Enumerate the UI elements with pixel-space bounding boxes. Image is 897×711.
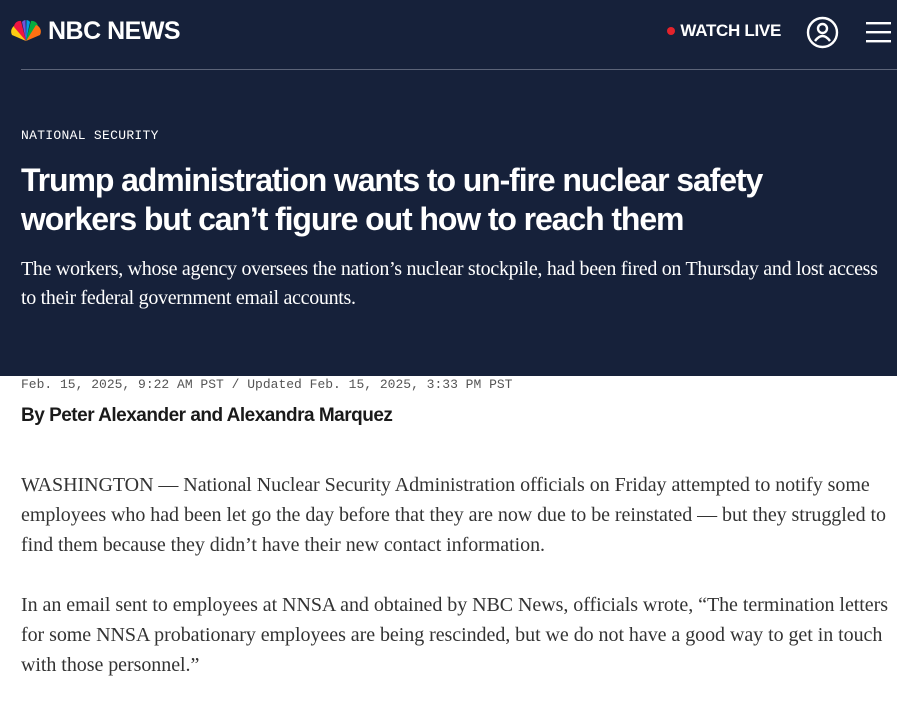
article-body: WASHINGTON — National Nuclear Security A… bbox=[21, 470, 889, 710]
user-circle-icon[interactable] bbox=[806, 16, 839, 49]
article-header: NBC NEWS WATCH LIVE NATIONAL SECURITY Tr… bbox=[0, 0, 897, 376]
article-byline: By Peter Alexander and Alexandra Marquez bbox=[21, 405, 393, 426]
article-paragraph: In an email sent to employees at NNSA an… bbox=[21, 594, 888, 676]
nbc-news-logo[interactable]: NBC NEWS bbox=[8, 17, 181, 45]
watch-live-button[interactable]: WATCH LIVE bbox=[667, 21, 781, 41]
article-paragraph: WASHINGTON — National Nuclear Security A… bbox=[21, 474, 886, 556]
article-timestamp: Feb. 15, 2025, 9:22 AM PST / Updated Feb… bbox=[21, 377, 513, 392]
brand-name: NBC NEWS bbox=[48, 17, 181, 45]
watch-live-label: WATCH LIVE bbox=[680, 21, 781, 40]
hamburger-menu-icon[interactable] bbox=[866, 21, 891, 43]
section-label[interactable]: NATIONAL SECURITY bbox=[21, 128, 159, 143]
live-dot-icon bbox=[667, 27, 676, 35]
article-dek: The workers, whose agency oversees the n… bbox=[21, 258, 878, 309]
site-nav: NBC NEWS WATCH LIVE bbox=[0, 0, 897, 70]
peacock-icon bbox=[11, 20, 41, 41]
nav-divider bbox=[21, 69, 897, 70]
article-headline: Trump administration wants to un-fire nu… bbox=[21, 162, 763, 237]
